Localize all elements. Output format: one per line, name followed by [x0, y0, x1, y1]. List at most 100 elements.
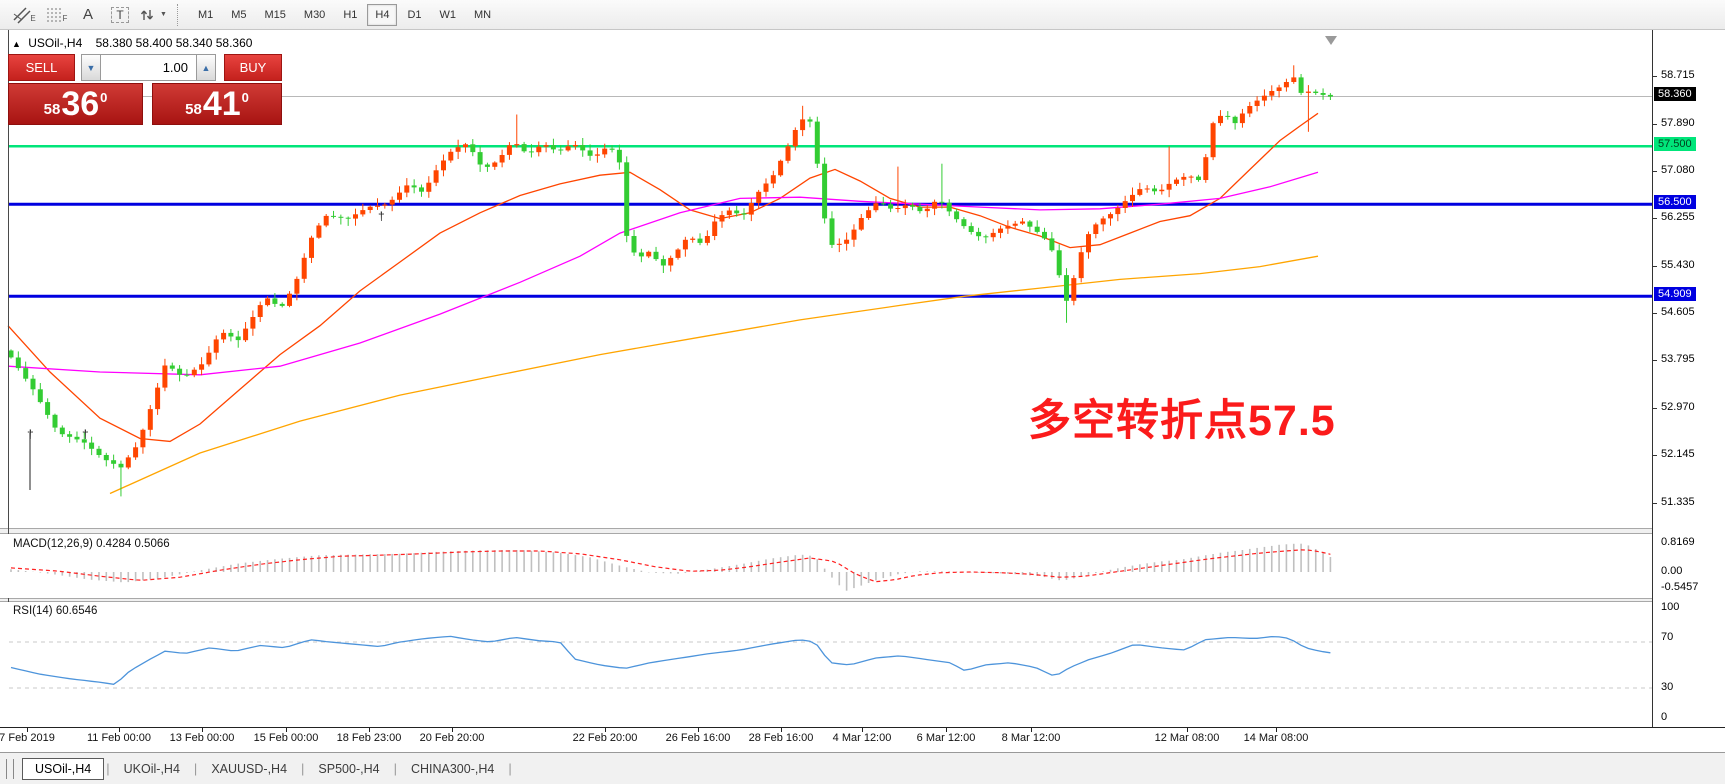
trade-panel-prices: 58 36 0 58 41 0 — [8, 83, 282, 125]
fibonacci-tool-letter: F — [63, 14, 68, 23]
spin-up-icon: ▲ — [202, 63, 211, 73]
timeframe-button-M15[interactable]: M15 — [257, 4, 294, 26]
price-axis[interactable]: 58.71557.89057.08056.25555.43054.60553.7… — [1652, 30, 1725, 727]
trading-terminal: E F A T ▼ M1M5M15M30H1H4D1W1MN — [0, 0, 1725, 784]
sell-price-sup: 0 — [100, 90, 107, 105]
price-tick-mark — [1653, 360, 1657, 361]
price-tick-mark — [1653, 171, 1657, 172]
timeframe-button-H1[interactable]: H1 — [335, 4, 365, 26]
price-tick-label: 52.970 — [1661, 401, 1695, 413]
buy-price-big: 41 — [203, 87, 241, 121]
rsi-scale-label: 100 — [1661, 601, 1679, 613]
price-tick-mark — [1653, 266, 1657, 267]
price-tick-label: 51.335 — [1661, 496, 1695, 508]
collapse-quote-icon[interactable]: ▲ — [12, 39, 21, 49]
svg-text:†: † — [82, 427, 89, 441]
date-label: 22 Feb 20:00 — [573, 732, 638, 744]
fibonacci-tool-button[interactable]: F — [42, 3, 70, 27]
buy-price-sup: 0 — [242, 90, 249, 105]
timeframe-group: M1M5M15M30H1H4D1W1MN — [189, 4, 500, 26]
timeframe-button-D1[interactable]: D1 — [399, 4, 429, 26]
date-label: 14 Mar 08:00 — [1244, 732, 1309, 744]
sell-button[interactable]: SELL — [8, 54, 75, 81]
date-label: 4 Mar 12:00 — [833, 732, 892, 744]
price-tick-label: 57.890 — [1661, 117, 1695, 129]
time-axis[interactable]: 7 Feb 201911 Feb 00:0013 Feb 00:0015 Feb… — [0, 727, 1725, 752]
price-tick-mark — [1653, 408, 1657, 409]
timeframe-button-W1[interactable]: W1 — [432, 4, 465, 26]
date-label: 20 Feb 20:00 — [420, 732, 485, 744]
text-tool-button[interactable]: A — [74, 3, 102, 27]
chevron-down-icon: ▼ — [160, 11, 167, 18]
sell-price-box[interactable]: 58 36 0 — [8, 83, 143, 125]
price-tick-label: 57.080 — [1661, 164, 1695, 176]
price-badge-54.909: 54.909 — [1654, 287, 1696, 301]
channel-tool-button[interactable]: E — [10, 3, 38, 27]
rsi-scale-label: 30 — [1661, 681, 1673, 693]
price-tick-label: 52.145 — [1661, 448, 1695, 460]
tab-separator: | — [106, 761, 109, 776]
rsi-scale-label: 0 — [1661, 711, 1667, 723]
volume-input[interactable] — [101, 54, 196, 81]
macd-scale-label: 0.8169 — [1661, 536, 1695, 548]
tab-separator: | — [394, 761, 397, 776]
price-tick-mark — [1653, 76, 1657, 77]
arrows-tool-button[interactable]: ▼ — [138, 3, 168, 27]
macd-scale-label: -0.5457 — [1661, 581, 1698, 593]
price-tick-mark — [1653, 124, 1657, 125]
buy-button[interactable]: BUY — [224, 54, 282, 81]
label-tool-icon: T — [111, 7, 128, 23]
volume-decrease-button[interactable]: ▼ — [81, 54, 101, 81]
date-label: 11 Feb 00:00 — [87, 732, 151, 744]
price-tick-mark — [1653, 455, 1657, 456]
date-label: 18 Feb 23:00 — [337, 732, 402, 744]
date-label: 28 Feb 16:00 — [749, 732, 814, 744]
price-badge-57.500: 57.500 — [1654, 137, 1696, 151]
date-label: 8 Mar 12:00 — [1002, 732, 1061, 744]
sell-price-small: 58 — [44, 101, 61, 118]
channel-tool-letter: E — [30, 14, 35, 23]
price-tick-mark — [1653, 313, 1657, 314]
tab-separator: | — [194, 761, 197, 776]
price-tick-label: 56.255 — [1661, 211, 1695, 223]
timeframe-button-M1[interactable]: M1 — [190, 4, 221, 26]
price-tick-label: 55.430 — [1661, 259, 1695, 271]
rsi-pane — [0, 602, 1652, 727]
chart-tab-sp500-h4[interactable]: SP500-,H4 — [306, 759, 391, 779]
price-tick-label: 53.795 — [1661, 353, 1695, 365]
macd-scale-label: 0.00 — [1661, 565, 1682, 577]
buy-price-box[interactable]: 58 41 0 — [152, 83, 282, 125]
spin-down-icon: ▼ — [87, 63, 96, 73]
timeframe-button-M30[interactable]: M30 — [296, 4, 333, 26]
date-label: 12 Mar 08:00 — [1155, 732, 1220, 744]
rsi-label: RSI(14) 60.6546 — [13, 605, 97, 617]
chart-tab-usoil-h4[interactable]: USOil-,H4 — [22, 758, 104, 780]
date-label: 13 Feb 00:00 — [170, 732, 235, 744]
symbol-name: USOil-,H4 — [28, 36, 82, 50]
price-tick-label: 58.715 — [1661, 69, 1695, 81]
chart-tab-china300-h4[interactable]: CHINA300-,H4 — [399, 759, 506, 779]
date-label: 6 Mar 12:00 — [917, 732, 976, 744]
label-tool-button[interactable]: T — [106, 3, 134, 27]
timeframe-button-MN[interactable]: MN — [466, 4, 499, 26]
timeframe-button-H4[interactable]: H4 — [367, 4, 397, 26]
chart-tab-bar: USOil-,H4|UKOil-,H4|XAUUSD-,H4|SP500-,H4… — [0, 752, 1725, 784]
arrows-icon — [139, 7, 157, 23]
svg-text:†: † — [378, 209, 385, 223]
timeframe-button-M5[interactable]: M5 — [223, 4, 254, 26]
chart-tab-ukoil-h4[interactable]: UKOil-,H4 — [112, 759, 192, 779]
volume-increase-button[interactable]: ▲ — [196, 54, 216, 81]
text-tool-icon: A — [83, 6, 93, 23]
toolbar-grip[interactable] — [177, 4, 182, 26]
macd-pane — [0, 534, 1652, 598]
macd-label: MACD(12,26,9) 0.4284 0.5066 — [13, 538, 170, 550]
toolbar: E F A T ▼ M1M5M15M30H1H4D1W1MN — [0, 0, 1725, 30]
tab-bar-grip[interactable] — [6, 759, 14, 779]
rsi-chart — [0, 602, 1652, 727]
chart-tab-xauusd-h4[interactable]: XAUUSD-,H4 — [199, 759, 299, 779]
price-badge-56.500: 56.500 — [1654, 195, 1696, 209]
symbol-ohlc-values: 58.380 58.400 58.340 58.360 — [96, 36, 253, 50]
chart-annotation-text: 多空转折点57.5 — [1028, 386, 1336, 448]
trade-panel-controls: SELL ▼ ▲ BUY — [8, 54, 282, 81]
rsi-scale-label: 70 — [1661, 631, 1673, 643]
